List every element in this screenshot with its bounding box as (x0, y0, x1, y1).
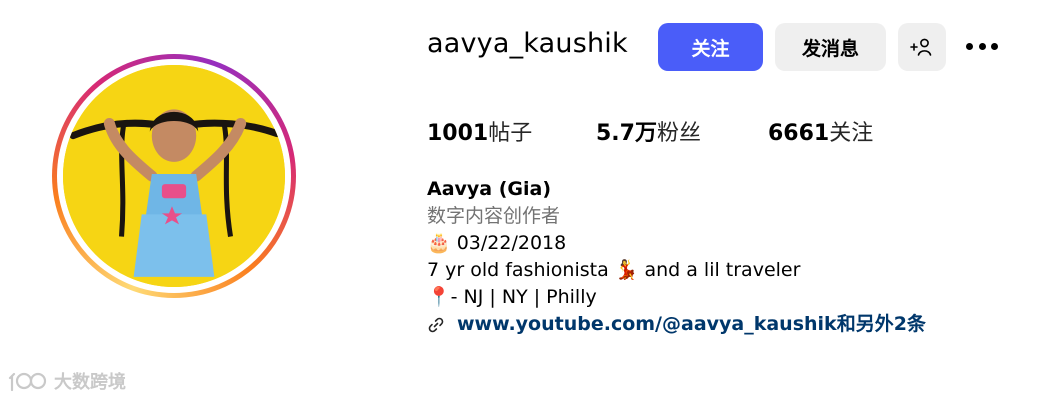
profile-stats: 1001 帖子 5.7万 粉丝 6661 关注 (427, 115, 873, 147)
display-name: Aavya (Gia) (427, 178, 552, 200)
link-icon (427, 316, 449, 334)
stat-following-label: 关注 (829, 121, 874, 146)
story-ring[interactable] (52, 54, 296, 298)
avatar[interactable] (63, 65, 285, 287)
more-dot (966, 42, 973, 50)
stat-followers[interactable]: 5.7万 粉丝 (596, 115, 768, 147)
stat-followers-value: 5.7万 (596, 121, 657, 146)
bio-link[interactable]: www.youtube.com/@aavya_kaushik和另外2条 (427, 311, 926, 338)
stat-posts-value: 1001 (427, 121, 489, 146)
stat-following-value: 6661 (768, 121, 830, 146)
category-label: 数字内容创作者 (427, 205, 561, 227)
more-dot (991, 42, 998, 50)
stat-posts: 1001 帖子 (427, 115, 596, 147)
watermark-text: 大数跨境 (54, 372, 126, 393)
stat-following[interactable]: 6661 关注 (768, 115, 873, 147)
bio: Aavya (Gia) 数字内容创作者 🎂 03/22/2018 7 yr ol… (427, 176, 926, 338)
stat-followers-label: 粉丝 (656, 121, 701, 146)
more-dot (978, 42, 986, 50)
avatar-frame (57, 59, 291, 293)
follow-button[interactable]: 关注 (658, 23, 763, 71)
watermark-logo-icon (8, 368, 48, 394)
bio-line-description: 7 yr old fashionista 💃 and a lil travele… (427, 259, 801, 281)
bio-link-text[interactable]: www.youtube.com/@aavya_kaushik和另外2条 (457, 311, 926, 338)
avatar-photo (63, 65, 285, 287)
bio-line-location: 📍- NJ | NY | Philly (427, 286, 597, 308)
username: aavya_kaushik (427, 28, 628, 59)
watermark: 大数跨境 (8, 368, 126, 394)
bio-line-birthday: 🎂 03/22/2018 (427, 232, 567, 254)
message-button[interactable]: 发消息 (775, 23, 886, 71)
stat-posts-label: 帖子 (488, 121, 533, 146)
suggest-users-button[interactable] (898, 23, 946, 71)
more-icon[interactable] (962, 36, 1002, 56)
add-user-icon (910, 37, 934, 57)
